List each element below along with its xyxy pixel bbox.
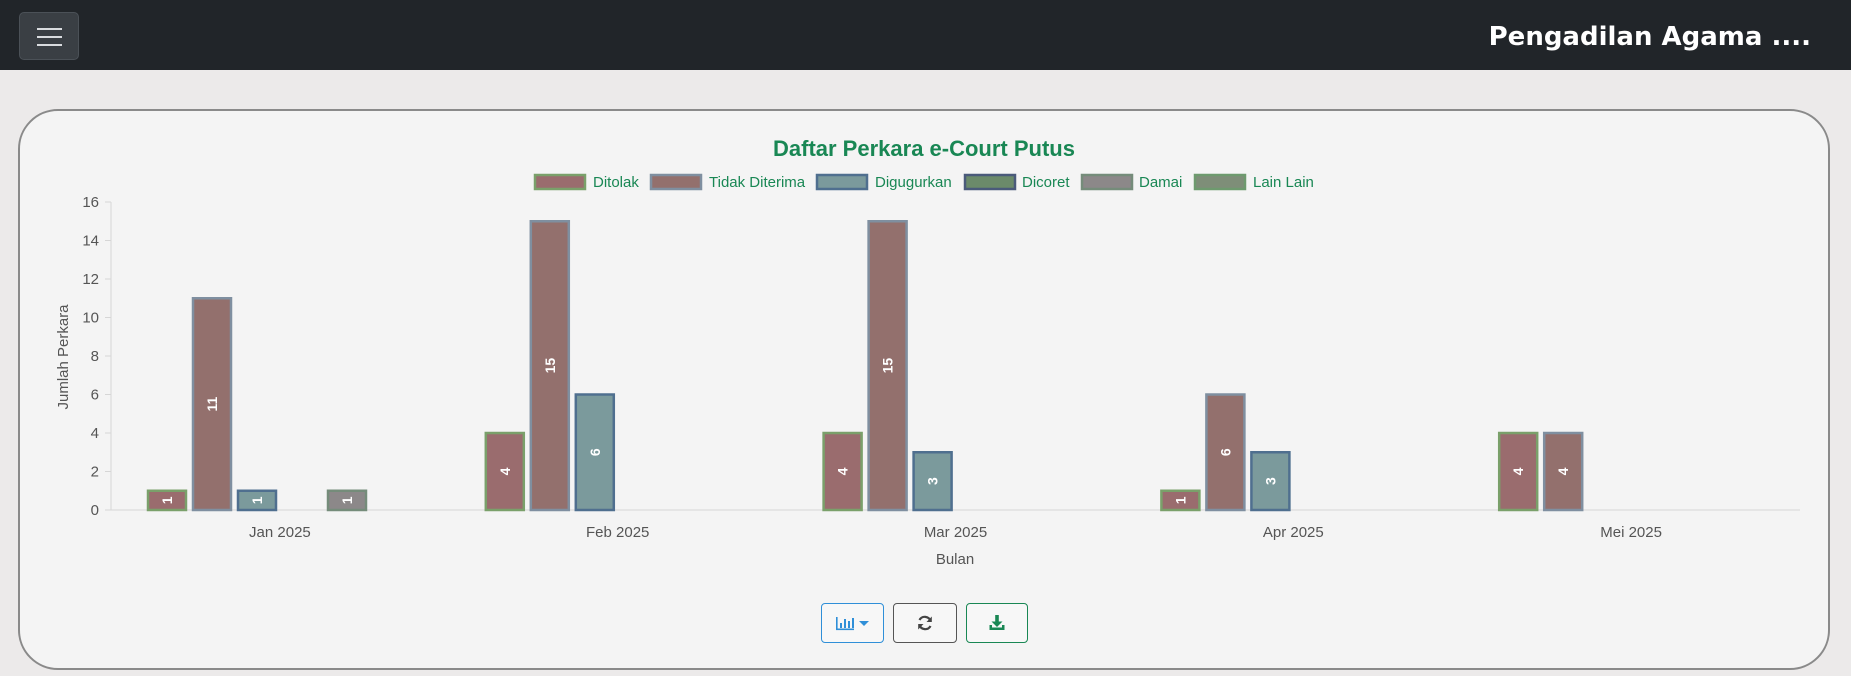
legend-label: Digugurkan <box>875 174 952 191</box>
bar-data-label: 4 <box>835 467 851 475</box>
legend-swatch <box>649 173 703 191</box>
legend-swatch <box>533 173 587 191</box>
x-tick-label: Jan 2025 <box>249 524 311 541</box>
x-tick-label: Apr 2025 <box>1263 524 1324 541</box>
chart-title: Daftar Perkara e-Court Putus <box>773 136 1075 161</box>
legend-label: Dicoret <box>1022 174 1070 191</box>
bar-chart-icon <box>835 617 869 631</box>
bar-data-label: 1 <box>159 496 175 504</box>
x-axis-label: Bulan <box>936 551 974 568</box>
y-tick-label: 14 <box>82 233 99 250</box>
bar-data-label: 6 <box>1217 448 1233 456</box>
legend-label: Tidak Diterima <box>709 174 806 191</box>
y-tick-label: 4 <box>91 425 99 442</box>
y-tick-label: 8 <box>91 348 99 365</box>
legend-swatch <box>963 173 1017 191</box>
legend-item-lain-lain[interactable]: Lain Lain <box>1193 173 1314 191</box>
chart-canvas: Daftar Perkara e-Court Putus Ditolak Tida… <box>55 136 1800 568</box>
x-tick-label: Mei 2025 <box>1600 524 1662 541</box>
bar-data-label: 15 <box>542 358 558 374</box>
refresh-icon <box>918 615 932 631</box>
caret-down-icon <box>858 621 869 626</box>
x-tick-label: Mar 2025 <box>924 524 987 541</box>
download-icon <box>989 615 1005 630</box>
download-button[interactable] <box>966 603 1028 643</box>
chart-bars: 1111 1415641531634 4 <box>146 220 1584 512</box>
y-tick-label: 2 <box>91 464 99 481</box>
legend-label: Ditolak <box>593 174 639 191</box>
chart-type-dropdown-button[interactable] <box>821 603 884 643</box>
legend-swatch <box>1080 173 1134 191</box>
bar-data-label: 4 <box>1510 467 1526 475</box>
bar-data-label: 6 <box>587 448 603 456</box>
bar-data-label: 1 <box>249 496 265 504</box>
chart-legend: Ditolak Tidak Diterima Digugurkan Dicoret Da… <box>533 173 1314 191</box>
bar-data-label: 11 <box>204 397 220 412</box>
y-axis-label: Jumlah Perkara <box>55 304 72 410</box>
bar-data-label: 15 <box>880 358 896 374</box>
x-tick-label: Feb 2025 <box>586 524 649 541</box>
legend-swatch <box>1193 173 1247 191</box>
bar-data-label: 3 <box>1262 477 1278 485</box>
bar-data-label: 3 <box>925 477 941 485</box>
y-tick-label: 6 <box>91 387 99 404</box>
bar-data-label: 1 <box>339 496 355 504</box>
legend-item-dicoret[interactable]: Dicoret <box>963 173 1070 191</box>
legend-item-digugurkan[interactable]: Digugurkan <box>815 173 952 191</box>
legend-item-damai[interactable]: Damai <box>1080 173 1182 191</box>
refresh-button[interactable] <box>893 603 957 643</box>
legend-item-ditolak[interactable]: Ditolak <box>533 173 639 191</box>
legend-label: Lain Lain <box>1253 174 1314 191</box>
bar-data-label: 4 <box>1555 467 1571 475</box>
legend-item-tidak-diterima[interactable]: Tidak Diterima <box>649 173 806 191</box>
bar-data-label: 1 <box>1172 496 1188 504</box>
y-tick-label: 0 <box>91 502 99 519</box>
y-tick-label: 12 <box>82 271 99 288</box>
legend-label: Damai <box>1139 174 1182 191</box>
y-tick-label: 16 <box>82 194 99 211</box>
legend-swatch <box>815 173 869 191</box>
bar-data-label: 4 <box>497 467 513 475</box>
y-tick-label: 10 <box>82 310 99 327</box>
